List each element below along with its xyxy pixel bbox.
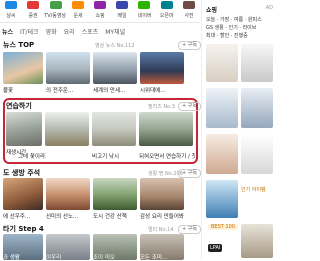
dict-icon [182,1,195,9]
video-caption[interactable]: 선미의 선노... [46,212,90,220]
video-caption[interactable]: 세계의 만세... [93,86,137,94]
tab-my-channel[interactable]: MY채널 [105,27,125,36]
video-thumbnail[interactable] [46,52,90,84]
category-tabs: 뉴스 IT/테크 영화 요리 스포츠 MY채널 [0,25,200,37]
tab-news[interactable]: 뉴스 [2,27,13,36]
shortcut-open[interactable]: 오픈마 [156,0,178,19]
subscribe-button[interactable]: + 구독 [178,169,201,178]
stock-icon [27,1,40,9]
video-thumbnail[interactable] [6,112,42,146]
video-thumbnail[interactable] [140,52,184,84]
shortcut-tv[interactable]: TV/동영상 [45,0,67,19]
video-caption[interactable]: 의 전주운... [46,86,90,94]
product-image[interactable] [206,88,238,128]
fortune-icon [71,1,84,9]
shortcut-label: 날씨 [6,13,16,19]
shortcut-label: 오픈마 [159,13,174,19]
section-meta: 멀티 No.14 [148,227,174,233]
section-meta: 영상 뉴스 No.112 [95,43,135,49]
shortcut-label: 메일 [117,13,127,19]
tab-cooking[interactable]: 요리 [64,27,75,36]
video-thumbnail[interactable] [3,178,43,210]
product-image[interactable] [241,224,273,258]
shortcut-fortune[interactable]: 운세 [67,0,89,19]
video-caption[interactable]: 뒤혀오면서 연습하기 / 첫... [139,152,195,160]
video-thumbnail[interactable] [93,52,137,84]
section-title: 도 생방 주석 [3,169,41,177]
panel-title: 쇼핑 [206,7,218,14]
banner-label[interactable]: LPAI [208,244,223,252]
subscribe-button[interactable]: + 구독 [178,225,201,234]
product-image[interactable] [241,134,273,174]
shortcut-naver[interactable]: 네이버 [133,0,155,19]
tab-it[interactable]: IT/테크 [20,27,39,36]
shortcut-label: 증권 [28,13,38,19]
video-thumbnail[interactable] [45,112,89,146]
video-caption[interactable]: 비고기 낚시 [92,152,136,160]
shopping-icon [93,1,106,9]
divider [0,22,200,23]
ad-label: AD [265,5,273,11]
product-image[interactable] [206,44,238,82]
tab-sports[interactable]: 스포츠 [82,27,99,36]
tab-movie[interactable]: 영화 [46,27,57,36]
shortcut-label: 사전 [184,13,194,19]
section-meta: 필리즈 No.3 [148,104,175,110]
shopping-panel: 쇼핑 AD 오늘 · 가장 · 여름 · 원피스 GS 생활 · 인기 · 라이… [201,0,277,260]
tv-icon [49,1,62,9]
shortcut-mail[interactable]: 메일 [111,0,133,19]
shortcut-weather[interactable]: 날씨 [0,0,22,19]
product-image[interactable] [241,88,273,128]
shortcut-label: 네이버 [137,13,152,19]
price-label[interactable]: 인기 아이템 [241,186,275,193]
video-thumbnail[interactable] [93,178,137,210]
video-caption[interactable]: 에 선우주... [3,212,43,220]
service-shortcuts: 날씨 증권 TV/동영상 운세 쇼핑 메일 네이버 오픈마 사전 [0,0,200,22]
shortcut-label: TV/동영상 [44,13,67,19]
shopping-line[interactable]: 최대 · 할인 · 진행중 [206,32,274,39]
video-caption[interactable]: 감성 요리 만들어봐... [140,212,184,220]
subscribe-button[interactable]: + 구독 [178,102,201,111]
section-title: 타기 Step 4 [3,225,44,233]
naver-icon [138,1,151,9]
video-caption[interactable]: 불꽃 [3,86,43,94]
video-caption[interactable]: 도시 건강 산책 [93,212,137,220]
shortcut-stock[interactable]: 증권 [22,0,44,19]
weather-icon [5,1,18,9]
video-thumbnail[interactable] [140,178,184,210]
video-thumbnail[interactable] [92,112,136,146]
video-thumbnail[interactable] [46,178,90,210]
open-icon [160,1,173,9]
product-image[interactable] [206,180,238,218]
mail-icon [116,1,129,9]
video-caption[interactable]: 시위대에... [140,86,184,94]
shortcut-dict[interactable]: 사전 [178,0,200,19]
shortcut-label: 쇼핑 [95,13,105,19]
best-badge[interactable]: BEST 100 [208,224,238,230]
video-caption[interactable]: 그네 꽃이라기 [18,152,46,160]
subscribe-button[interactable]: + 구독 [178,41,201,50]
shortcut-shopping[interactable]: 쇼핑 [89,0,111,19]
product-image[interactable] [241,44,273,82]
shortcut-label: 운세 [73,13,83,19]
shopping-line[interactable]: GS 생활 · 인기 · 라이브 [206,24,274,31]
video-thumbnail[interactable] [139,112,193,146]
shopping-line[interactable]: 오늘 · 가장 · 여름 · 원피스 [206,16,274,23]
product-image[interactable] [206,134,238,174]
section-title: 연습하기 [6,102,32,110]
section-title: 뉴스 TOP [3,41,35,49]
video-thumbnail[interactable] [3,52,43,84]
